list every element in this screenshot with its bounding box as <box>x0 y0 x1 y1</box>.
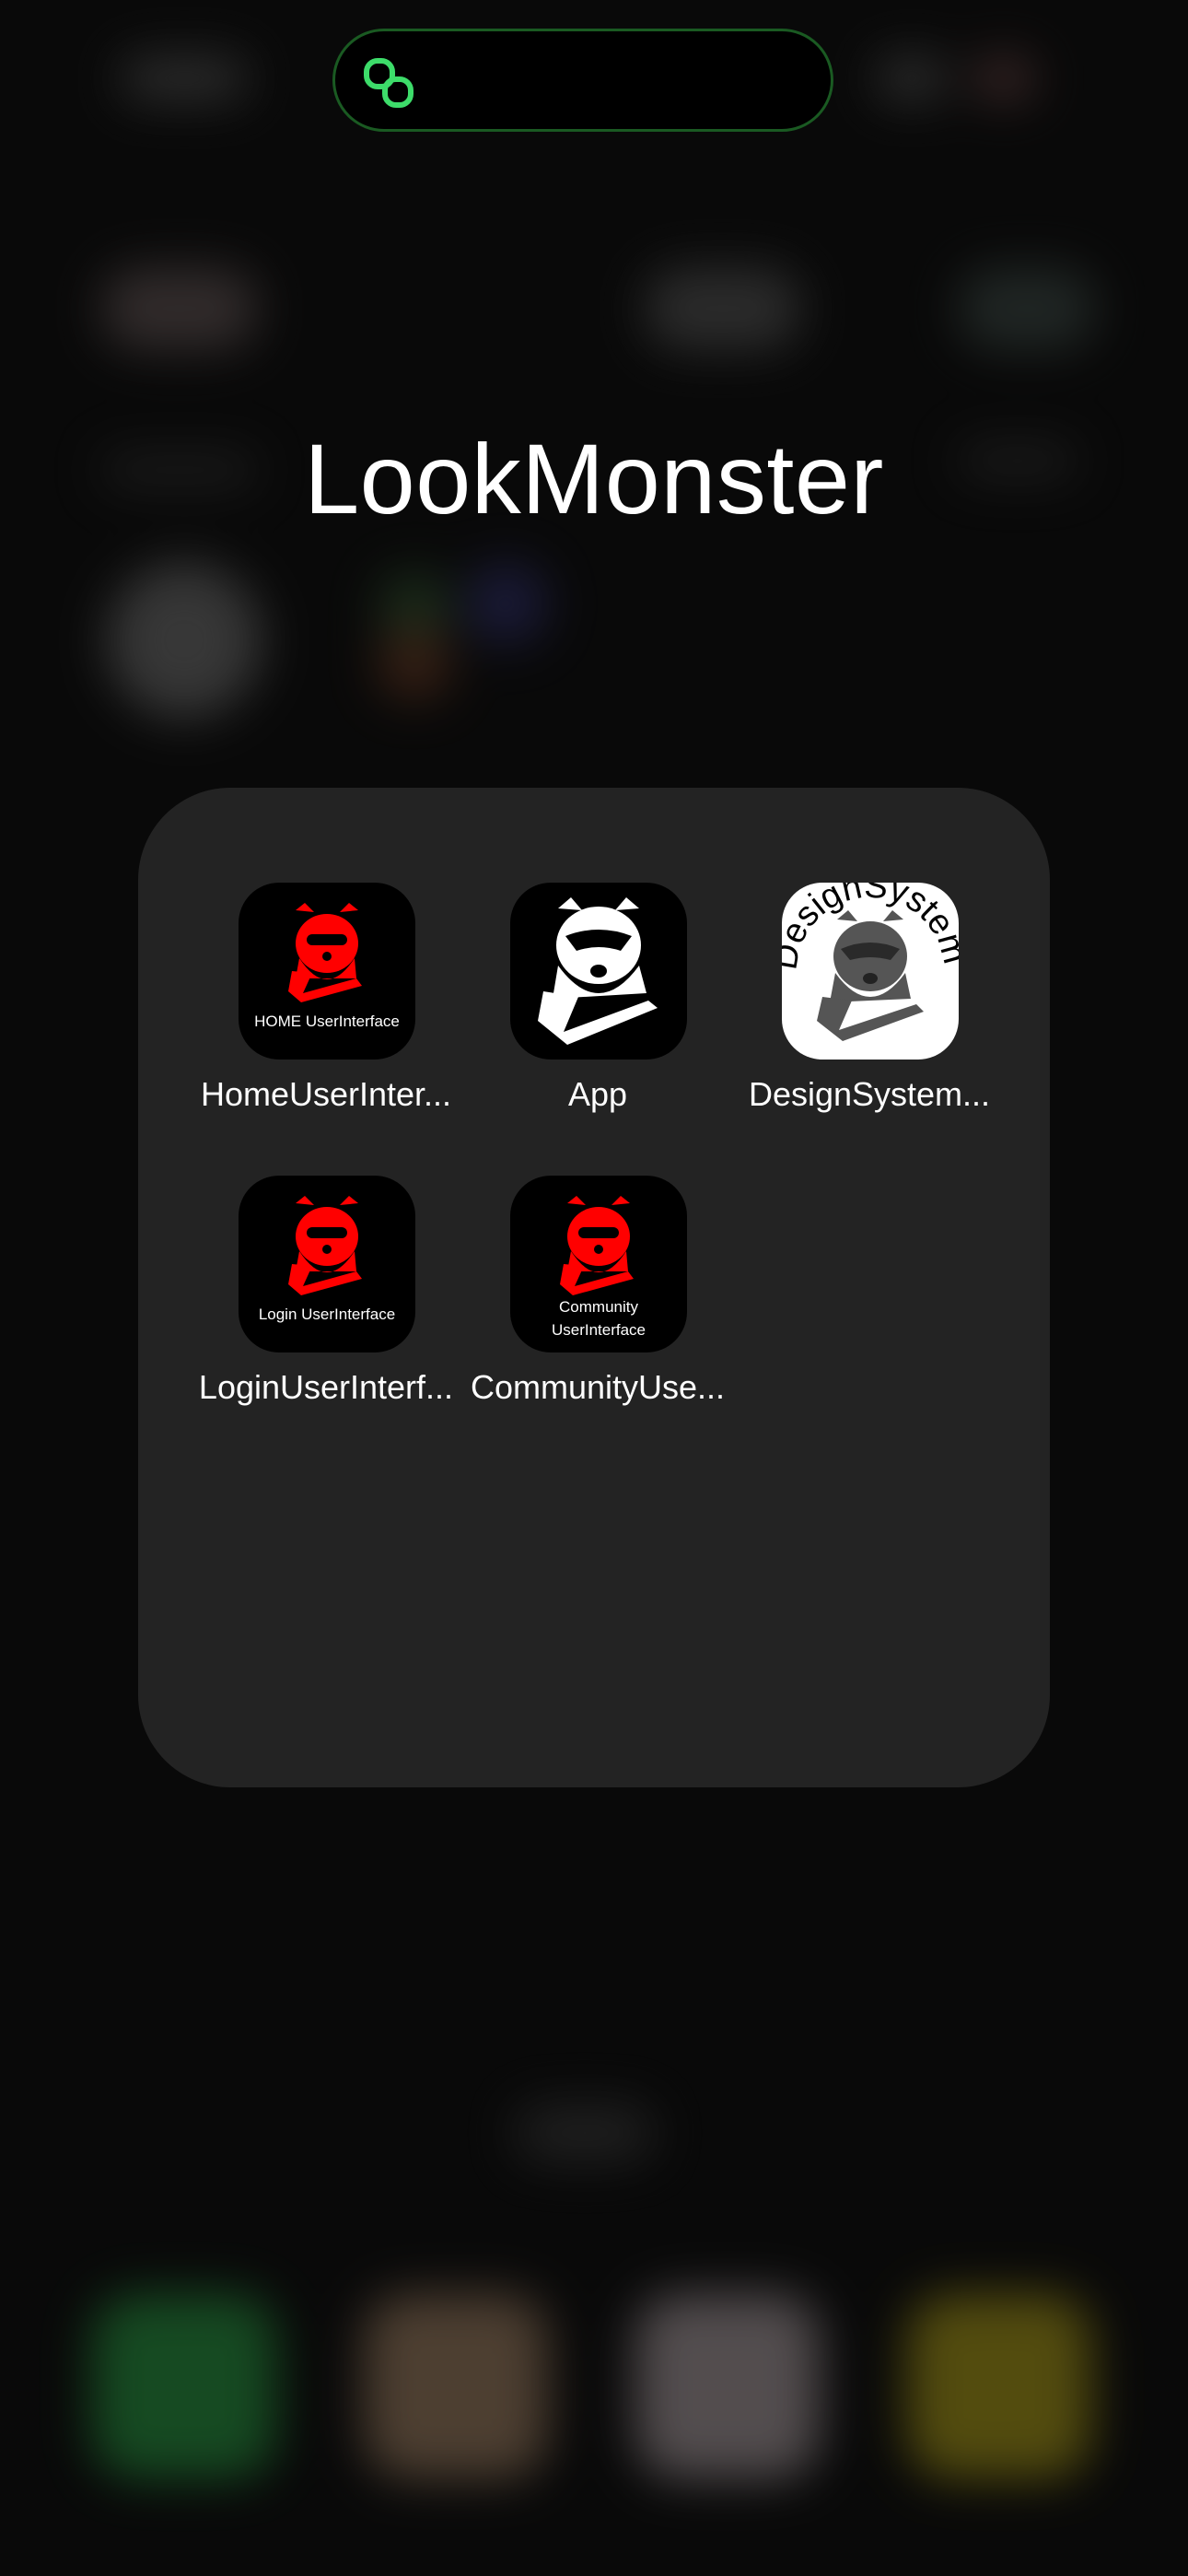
app-community-user-interface[interactable]: Community UserInterface CommunityUse... <box>469 1176 727 1415</box>
raccoon-gray-icon: DesignSystem <box>782 883 959 1060</box>
app-label: HomeUserInter... <box>200 1075 452 1113</box>
raccoon-red-icon: Login UserInterface <box>239 1176 415 1352</box>
folder-panel: HOME UserInterface HomeUserInter... App <box>138 788 1050 1787</box>
app-main[interactable]: App <box>469 883 727 1122</box>
app-label: DesignSystem... <box>748 1075 991 1113</box>
raccoon-red-icon: Community UserInterface <box>510 1176 687 1352</box>
app-label: LoginUserInterf... <box>198 1368 454 1406</box>
app-label: App <box>567 1075 628 1113</box>
app-design-system[interactable]: DesignSystem DesignSystem... <box>740 883 998 1122</box>
icon-caption: HOME UserInterface <box>254 1013 400 1030</box>
app-home-user-interface[interactable]: HOME UserInterface HomeUserInter... <box>197 883 455 1122</box>
raccoon-red-icon: HOME UserInterface <box>239 883 415 1060</box>
icon-caption-line2: UserInterface <box>551 1321 646 1339</box>
folder-title[interactable]: LookMonster <box>0 419 1188 539</box>
raccoon-white-icon <box>510 883 687 1060</box>
link-icon <box>364 58 413 108</box>
app-label: CommunityUse... <box>470 1368 726 1406</box>
icon-caption: Login UserInterface <box>258 1306 396 1323</box>
dynamic-island[interactable] <box>332 29 833 132</box>
app-login-user-interface[interactable]: Login UserInterface LoginUserInterf... <box>197 1176 455 1415</box>
icon-caption-line1: Community <box>559 1298 638 1316</box>
